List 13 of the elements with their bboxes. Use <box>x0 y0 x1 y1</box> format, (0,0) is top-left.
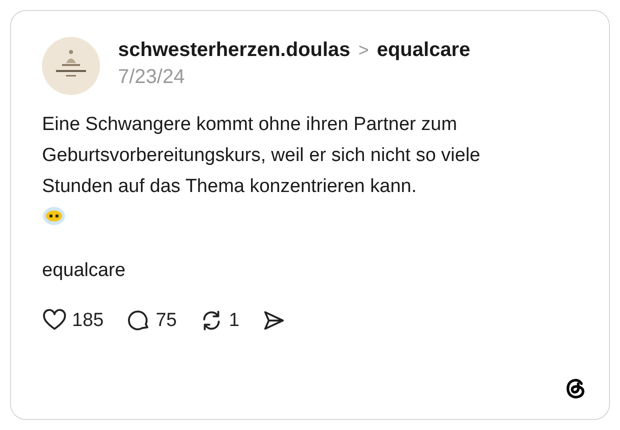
author-name[interactable]: schwesterherzen.doulas <box>118 39 350 62</box>
reply-button[interactable]: 75 <box>126 308 177 333</box>
repost-button[interactable]: 1 <box>198 308 240 333</box>
post-date: 7/23/24 <box>118 66 186 89</box>
share-button[interactable] <box>261 308 286 333</box>
topic-link[interactable]: equalcare <box>376 39 470 62</box>
face-emoji-icon <box>42 206 66 226</box>
like-button[interactable]: 185 <box>42 308 104 333</box>
speech-bubble-icon <box>126 308 151 333</box>
post-text: Eine Schwangere kommt ohne ihren Partner zum Geburtsvorbereitungskurs, weil er sich nicht so viele Stunden auf das Thema konzentrieren kann. <box>42 113 482 199</box>
topic-tag[interactable]: equalcare <box>42 260 126 282</box>
separator: > <box>358 40 369 61</box>
send-icon <box>261 308 286 333</box>
